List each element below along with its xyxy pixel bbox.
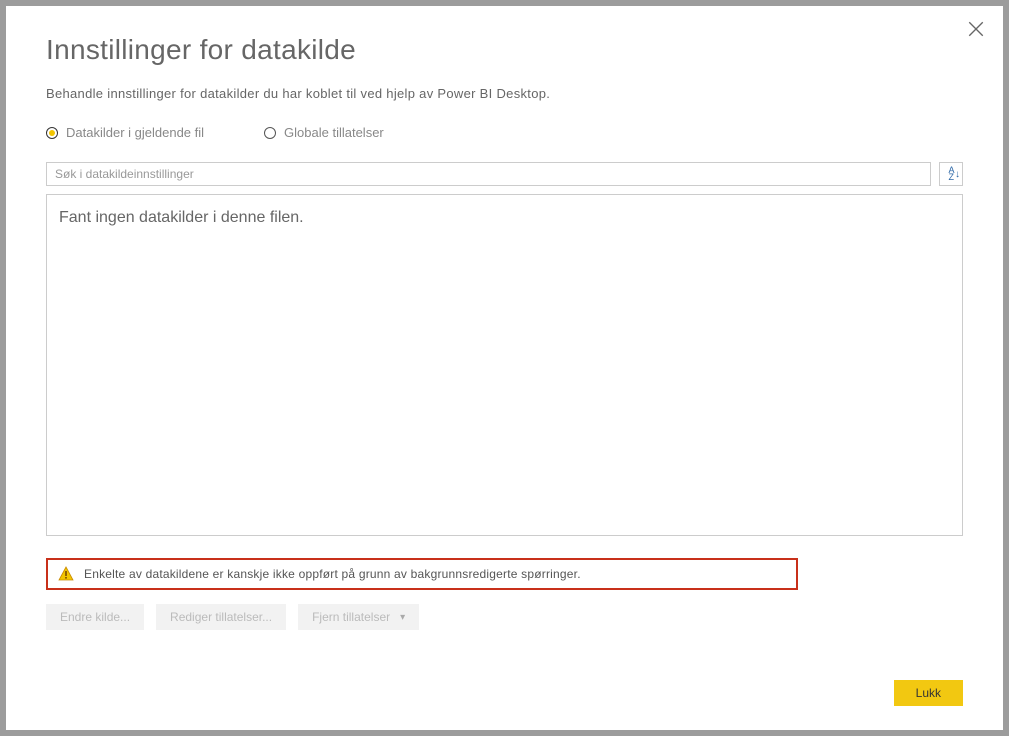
close-icon[interactable]	[967, 20, 985, 38]
edit-permissions-button[interactable]: Rediger tillatelser...	[156, 604, 286, 630]
action-button-row: Endre kilde... Rediger tillatelser... Fj…	[46, 604, 963, 630]
change-source-button[interactable]: Endre kilde...	[46, 604, 144, 630]
radio-indicator-icon	[264, 127, 276, 139]
data-sources-list[interactable]: Fant ingen datakilder i denne filen.	[46, 194, 963, 536]
search-input[interactable]	[46, 162, 931, 186]
warning-callout: Enkelte av datakildene er kanskje ikke o…	[46, 558, 798, 590]
radio-label: Globale tillatelser	[284, 125, 384, 140]
radio-global-permissions[interactable]: Globale tillatelser	[264, 125, 384, 140]
data-source-settings-dialog: Innstillinger for datakilde Behandle inn…	[6, 6, 1003, 730]
radio-current-file[interactable]: Datakilder i gjeldende fil	[46, 125, 204, 140]
close-button[interactable]: Lukk	[894, 680, 963, 706]
warning-triangle-icon	[58, 566, 74, 582]
sort-az-button[interactable]: AZ ↓	[939, 162, 963, 186]
radio-label: Datakilder i gjeldende fil	[66, 125, 204, 140]
scope-radio-group: Datakilder i gjeldende fil Globale tilla…	[46, 125, 963, 140]
sort-az-icon: AZ	[948, 167, 953, 181]
dialog-title: Innstillinger for datakilde	[46, 34, 963, 66]
dialog-subtitle: Behandle innstillinger for datakilder du…	[46, 86, 963, 101]
sort-arrow-icon: ↓	[955, 171, 960, 178]
clear-permissions-button[interactable]: Fjern tillatelser	[298, 604, 419, 630]
radio-indicator-icon	[46, 127, 58, 139]
empty-list-message: Fant ingen datakilder i denne filen.	[59, 209, 304, 226]
dialog-footer: Lukk	[894, 680, 963, 706]
warning-text: Enkelte av datakildene er kanskje ikke o…	[84, 567, 581, 581]
search-row: AZ ↓	[46, 162, 963, 186]
